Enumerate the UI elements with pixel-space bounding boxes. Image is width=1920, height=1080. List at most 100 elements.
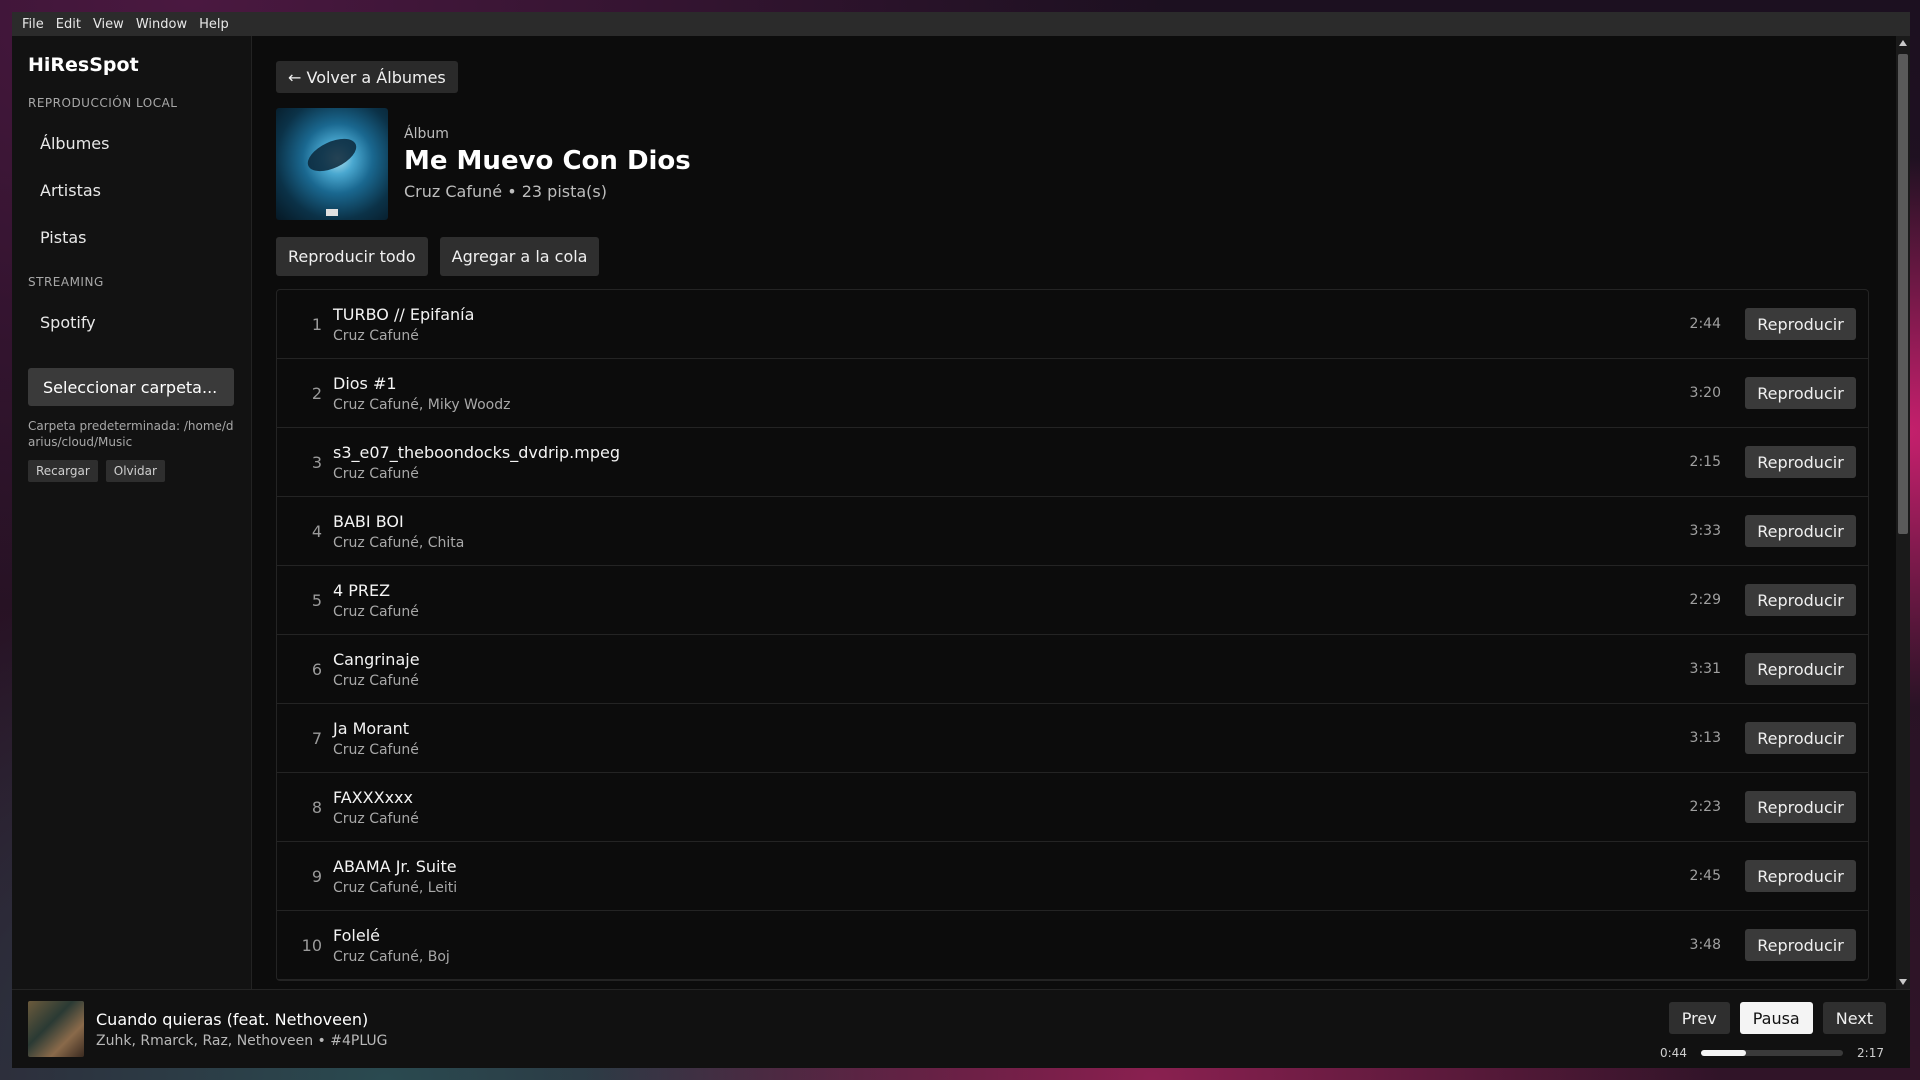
menu-edit[interactable]: Edit [50, 17, 87, 32]
forget-button[interactable]: Olvidar [105, 460, 165, 482]
scroll-up-icon[interactable] [1899, 40, 1907, 46]
album-header: Álbum Me Muevo Con Dios Cruz Cafuné • 23… [276, 108, 1886, 220]
track-row: 7 Ja Morant Cruz Cafuné 3:13 Reproducir [277, 704, 1868, 773]
track-text: s3_e07_theboondocks_dvdrip.mpeg Cruz Caf… [333, 443, 1690, 482]
track-text: Dios #1 Cruz Cafuné, Miky Woodz [333, 374, 1690, 413]
track-duration: 2:23 [1689, 799, 1721, 815]
play-track-button[interactable]: Reproducir [1745, 377, 1856, 409]
progress-slider[interactable] [1700, 1050, 1844, 1056]
track-number: 7 [311, 728, 322, 748]
track-duration: 3:48 [1689, 937, 1721, 953]
album-type-label: Álbum [404, 126, 449, 142]
track-artist: Cruz Cafuné [333, 672, 419, 689]
album-title: Me Muevo Con Dios [404, 146, 691, 176]
menu-bar: File Edit View Window Help [12, 12, 1910, 36]
track-title: TURBO // Epifanía [333, 304, 475, 324]
menu-help[interactable]: Help [193, 17, 235, 32]
track-row: 3 s3_e07_theboondocks_dvdrip.mpeg Cruz C… [277, 428, 1868, 497]
menu-file[interactable]: File [16, 17, 50, 32]
scrollbar-thumb[interactable] [1898, 54, 1908, 534]
track-row: 2 Dios #1 Cruz Cafuné, Miky Woodz 3:20 R… [277, 359, 1868, 428]
sidebar-item-spotify[interactable]: Spotify [28, 299, 235, 346]
track-title: 4 PREZ [333, 580, 391, 600]
app-brand: HiResSpot [28, 54, 139, 76]
track-number: 8 [311, 797, 322, 817]
play-track-button[interactable]: Reproducir [1745, 584, 1856, 616]
sidebar-item-artists[interactable]: Artistas [28, 167, 235, 214]
app-window: File Edit View Window Help HiResSpot REP… [12, 12, 1910, 1068]
elapsed-time: 0:44 [1660, 1046, 1687, 1060]
play-track-button[interactable]: Reproducir [1745, 929, 1856, 961]
play-track-button[interactable]: Reproducir [1745, 791, 1856, 823]
track-list: 1 TURBO // Epifanía Cruz Cafuné 2:44 Rep… [276, 289, 1869, 981]
track-text: Ja Morant Cruz Cafuné [333, 719, 1690, 758]
track-row: 6 Cangrinaje Cruz Cafuné 3:31 Reproducir [277, 635, 1868, 704]
track-title: BABI BOI [333, 511, 404, 531]
back-to-albums-button[interactable]: ← Volver a Álbumes [276, 61, 458, 93]
play-track-button[interactable]: Reproducir [1745, 308, 1856, 340]
track-number: 6 [311, 659, 322, 679]
play-track-button[interactable]: Reproducir [1745, 860, 1856, 892]
now-playing-text: Cuando quieras (feat. Nethoveen) Zuhk, R… [96, 1010, 388, 1049]
track-number: 9 [311, 866, 322, 886]
menu-view[interactable]: View [87, 17, 130, 32]
menu-window[interactable]: Window [130, 17, 193, 32]
track-title: Cangrinaje [333, 649, 420, 669]
track-number: 4 [311, 521, 322, 541]
album-cover [276, 108, 388, 220]
track-title: s3_e07_theboondocks_dvdrip.mpeg [333, 442, 620, 462]
track-artist: Cruz Cafuné [333, 810, 419, 827]
track-duration: 2:44 [1689, 316, 1721, 332]
track-title: Dios #1 [333, 373, 397, 393]
play-track-button[interactable]: Reproducir [1745, 515, 1856, 547]
track-artist: Cruz Cafuné, Miky Woodz [333, 396, 511, 413]
track-text: 4 PREZ Cruz Cafuné [333, 581, 1690, 620]
next-button[interactable]: Next [1822, 1002, 1886, 1034]
track-row: 5 4 PREZ Cruz Cafuné 2:29 Reproducir [277, 566, 1868, 635]
total-time: 2:17 [1857, 1046, 1884, 1060]
sidebar-item-tracks[interactable]: Pistas [28, 214, 235, 261]
track-title: Ja Morant [333, 718, 409, 738]
track-duration: 3:13 [1689, 730, 1721, 746]
track-number: 3 [311, 452, 322, 472]
prev-button[interactable]: Prev [1668, 1002, 1730, 1034]
track-duration: 2:45 [1689, 868, 1721, 884]
album-actions: Reproducir todo Agregar a la cola [276, 237, 1886, 276]
sidebar-item-albums[interactable]: Álbumes [28, 120, 235, 167]
track-title: Folelé [333, 925, 380, 945]
track-artist: Cruz Cafuné [333, 741, 419, 758]
playback-controls: Prev Pausa Next [1668, 1002, 1886, 1034]
album-info: Álbum Me Muevo Con Dios Cruz Cafuné • 23… [404, 108, 691, 220]
player-bar: Cuando quieras (feat. Nethoveen) Zuhk, R… [12, 989, 1910, 1068]
track-duration: 3:20 [1689, 385, 1721, 401]
track-text: Cangrinaje Cruz Cafuné [333, 650, 1690, 689]
track-text: TURBO // Epifanía Cruz Cafuné [333, 305, 1690, 344]
reload-button[interactable]: Recargar [28, 460, 98, 482]
track-title: FAXXXxxx [333, 787, 413, 807]
add-to-queue-button[interactable]: Agregar a la cola [439, 237, 600, 276]
now-playing-title: Cuando quieras (feat. Nethoveen) [96, 1009, 369, 1029]
pause-button[interactable]: Pausa [1739, 1002, 1813, 1034]
folder-actions: Recargar Olvidar [28, 460, 235, 482]
scroll-down-icon[interactable] [1899, 979, 1907, 985]
play-all-button[interactable]: Reproducir todo [276, 237, 428, 276]
play-track-button[interactable]: Reproducir [1745, 722, 1856, 754]
track-artist: Cruz Cafuné, Leiti [333, 879, 458, 896]
section-label-streaming: STREAMING [28, 275, 104, 289]
track-artist: Cruz Cafuné [333, 327, 419, 344]
track-row: 8 FAXXXxxx Cruz Cafuné 2:23 Reproducir [277, 773, 1868, 842]
track-number: 5 [311, 590, 322, 610]
track-duration: 2:15 [1689, 454, 1721, 470]
track-number: 2 [311, 383, 322, 403]
album-view: ← Volver a Álbumes Álbum Me Muevo Con Di… [252, 36, 1910, 989]
scrollbar[interactable] [1896, 36, 1910, 989]
track-number: 1 [311, 314, 322, 334]
play-track-button[interactable]: Reproducir [1745, 446, 1856, 478]
track-artist: Cruz Cafuné, Chita [333, 534, 465, 551]
track-duration: 2:29 [1689, 592, 1721, 608]
default-folder-path: Carpeta predeterminada: /home/darius/clo… [28, 419, 234, 449]
section-label-local: REPRODUCCIÓN LOCAL [28, 96, 178, 110]
play-track-button[interactable]: Reproducir [1745, 653, 1856, 685]
now-playing-cover [28, 1001, 84, 1057]
select-folder-button[interactable]: Seleccionar carpeta... [28, 368, 234, 406]
